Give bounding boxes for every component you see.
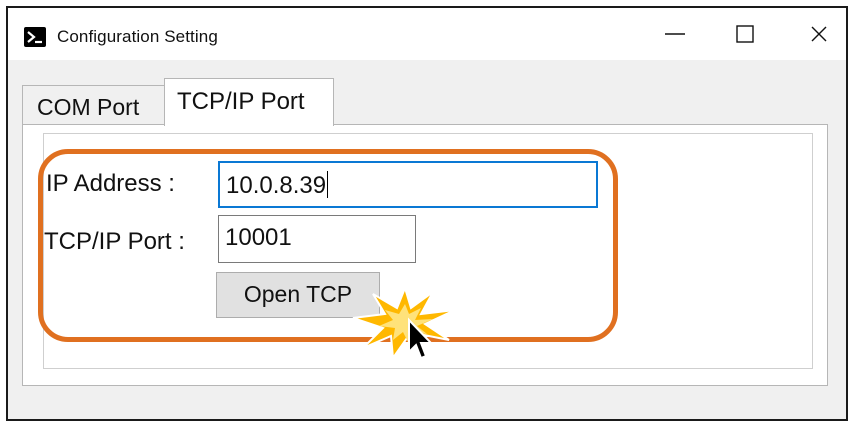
- ip-address-label: IP Address :: [46, 170, 175, 197]
- minimize-icon: [665, 33, 685, 35]
- tab-com-port[interactable]: COM Port: [22, 85, 164, 125]
- maximize-icon: [736, 25, 754, 43]
- window-title: Configuration Setting: [57, 27, 218, 46]
- tab-strip: COM Port TCP/IP Port: [8, 60, 846, 126]
- maximize-button[interactable]: [714, 8, 776, 60]
- text-caret: [327, 171, 329, 198]
- minimize-button[interactable]: [644, 8, 706, 60]
- ip-address-value: 10.0.8.39: [226, 172, 327, 199]
- title-bar[interactable]: Configuration Setting: [8, 8, 846, 60]
- ip-address-input[interactable]: 10.0.8.39: [218, 161, 598, 208]
- tcpip-port-label: TCP/IP Port :: [44, 228, 185, 255]
- terminal-icon: [24, 27, 46, 47]
- tab-tcpip-port[interactable]: TCP/IP Port: [164, 78, 334, 126]
- close-button[interactable]: [788, 8, 850, 60]
- close-icon: [811, 26, 827, 42]
- click-burst-icon: [352, 284, 456, 361]
- tcpip-port-input[interactable]: 10001: [218, 215, 416, 263]
